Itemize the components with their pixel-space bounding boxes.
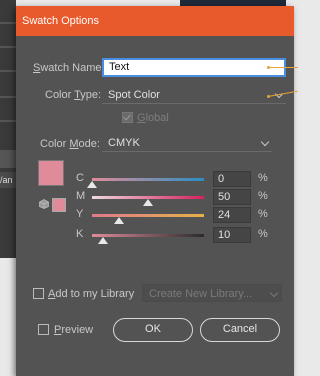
swatch-name-label: Swatch Name: [33, 62, 105, 74]
preview-label: Preview [54, 324, 94, 336]
channel-slider-thumb-y[interactable] [113, 217, 124, 224]
library-select-placeholder: Create New Library... [149, 288, 253, 300]
channel-slider-y[interactable] [92, 214, 204, 217]
channel-slider-thumb-m[interactable] [143, 199, 153, 206]
percent-label: % [258, 228, 268, 240]
channel-value-m[interactable]: 50 [213, 189, 251, 205]
global-label: Global [137, 112, 169, 124]
background-app-button[interactable]: /an [0, 172, 16, 188]
annotation-dot [267, 66, 270, 69]
color-type-value: Spot Color [108, 89, 160, 101]
chevron-down-icon [260, 137, 270, 147]
channel-label-m: M [76, 190, 86, 202]
dialog-title: Swatch Options [22, 15, 100, 27]
channel-value-k[interactable]: 10 [213, 227, 251, 243]
channel-label-k: K [76, 228, 84, 240]
preview-checkbox[interactable] [38, 324, 49, 335]
background-app-panel [0, 0, 16, 258]
cancel-button[interactable]: Cancel [200, 318, 280, 342]
channel-label-c: C [76, 172, 84, 184]
channel-value-y[interactable]: 24 [213, 207, 251, 223]
channel-label-y: Y [76, 208, 84, 220]
background-app-field [0, 150, 16, 168]
annotation-dot [267, 95, 270, 98]
channel-slider-c[interactable] [92, 178, 204, 181]
percent-label: % [258, 172, 268, 184]
percent-label: % [258, 208, 268, 220]
ok-button[interactable]: OK [113, 318, 193, 342]
add-to-library-label: Add to my Library [48, 288, 135, 300]
channel-slider-thumb-k[interactable] [98, 237, 109, 244]
dialog-title-bar[interactable]: Swatch Options [16, 6, 294, 36]
percent-label: % [258, 190, 268, 202]
web-safe-swatch[interactable] [52, 198, 66, 212]
channel-slider-thumb-c[interactable] [87, 181, 97, 188]
color-type-label: Color Type: [45, 89, 102, 101]
out-of-gamut-cube-icon[interactable] [39, 199, 49, 209]
annotation-line [268, 67, 298, 68]
add-to-library-checkbox[interactable] [33, 288, 44, 299]
global-checkbox[interactable] [122, 112, 133, 123]
swatch-options-dialog: Swatch Options Swatch Name: Text Color T… [16, 6, 298, 376]
swatch-color-preview [38, 160, 64, 186]
color-mode-select[interactable]: CMYK [102, 134, 272, 152]
color-type-select[interactable]: Spot Color [102, 86, 286, 104]
channel-slider-k[interactable] [92, 234, 204, 237]
swatch-name-input[interactable]: Text [102, 58, 286, 77]
library-select[interactable]: Create New Library... [142, 284, 282, 302]
color-mode-value: CMYK [108, 137, 140, 149]
channel-value-c[interactable]: 0 [213, 171, 251, 187]
color-mode-label: Color Mode: [40, 138, 100, 150]
chevron-down-icon [269, 288, 279, 298]
